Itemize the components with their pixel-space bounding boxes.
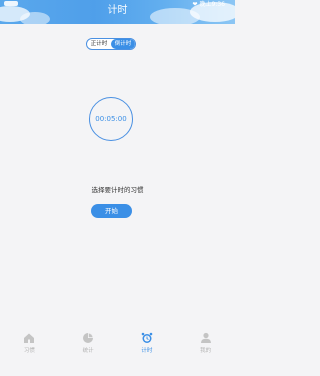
tab-label: 统计 — [82, 348, 94, 354]
tab-habits[interactable]: 习惯 — [9, 329, 49, 376]
tab-profile[interactable]: 我的 — [186, 329, 226, 376]
tab-label: 习惯 — [23, 348, 35, 354]
pie-chart-icon — [83, 333, 94, 343]
house-icon — [24, 333, 35, 343]
tab-count-up[interactable]: 正计时 — [87, 39, 111, 49]
timer-display: 00:05:00 — [95, 115, 127, 123]
mode-toggle[interactable]: 正计时 倒计时 — [86, 38, 136, 50]
timer-dial[interactable]: 00:05:00 — [89, 97, 133, 141]
tab-stats[interactable]: 统计 — [68, 329, 108, 376]
bottom-tab-bar: 习惯 统计 计时 我的 — [0, 329, 235, 376]
start-button[interactable]: 开始 — [91, 204, 132, 218]
person-icon — [200, 332, 211, 343]
page-title: 计时 — [107, 5, 128, 16]
tab-label: 我的 — [200, 348, 212, 354]
header-bar: ❤ 晚上9:36 计时 — [0, 0, 235, 24]
habit-prompt[interactable]: 选择要计时的习惯 — [0, 184, 235, 194]
tab-count-down[interactable]: 倒计时 — [111, 39, 135, 49]
tab-label: 计时 — [141, 348, 153, 354]
tab-timer[interactable]: 计时 — [127, 329, 167, 376]
alarm-clock-icon — [141, 332, 153, 343]
